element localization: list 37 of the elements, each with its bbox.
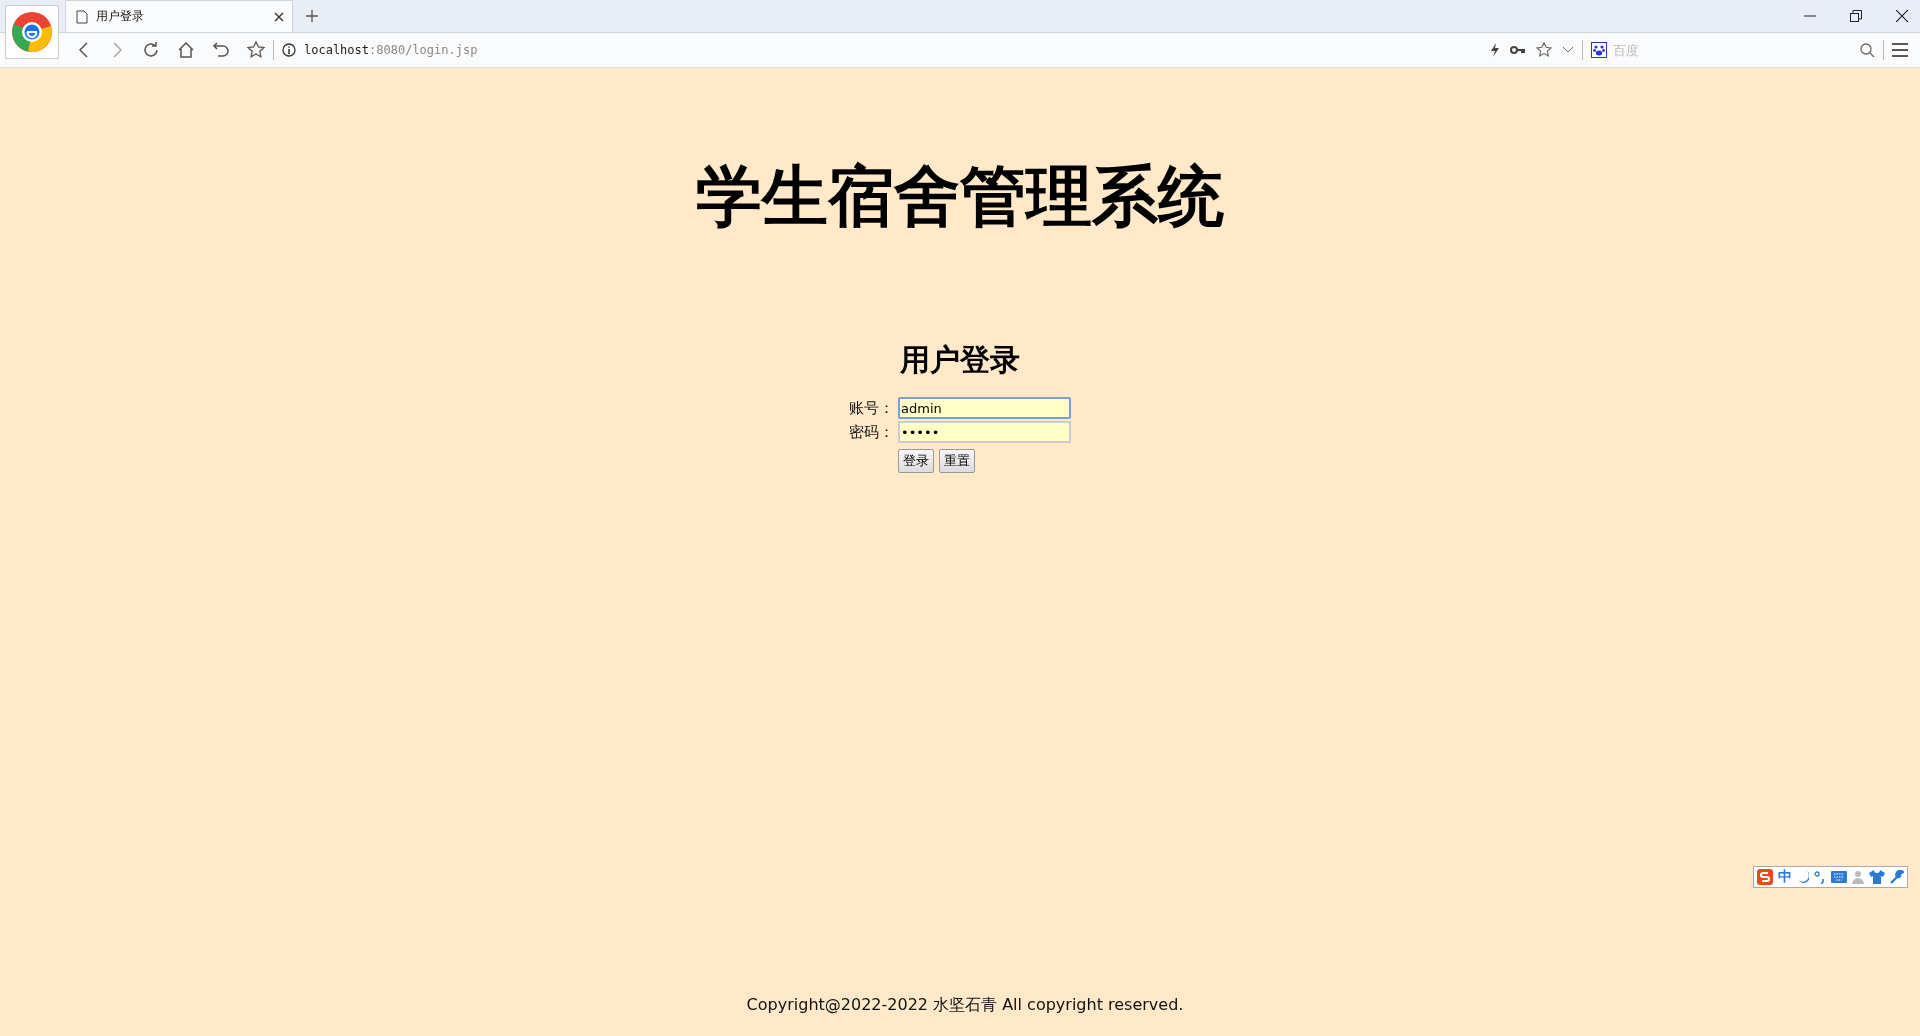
shirt-icon[interactable] xyxy=(1869,870,1885,884)
copyright-text: Copyright@2022-2022 水坚石青 All copyright reserved. xyxy=(746,995,1184,1016)
field-label: 账号： xyxy=(849,398,894,418)
info-icon[interactable] xyxy=(282,43,296,57)
search-icon[interactable] xyxy=(1860,42,1875,58)
restore-icon[interactable] xyxy=(1850,10,1862,22)
reload-icon[interactable] xyxy=(142,41,160,59)
undo-icon[interactable] xyxy=(212,41,230,59)
close-icon[interactable] xyxy=(274,11,284,22)
search-field[interactable]: 百度 xyxy=(1613,42,1854,58)
field-label: 密码： xyxy=(849,422,894,442)
document-icon xyxy=(76,9,88,24)
browser-logo-icon[interactable] xyxy=(5,5,59,59)
key-icon[interactable] xyxy=(1510,45,1526,55)
star-icon[interactable] xyxy=(1536,42,1552,58)
input-field[interactable]: ••••• xyxy=(898,421,1071,443)
close-icon[interactable] xyxy=(1896,10,1908,22)
home-icon[interactable] xyxy=(177,41,195,59)
tab-title: 用户登录 xyxy=(96,8,145,25)
paw-icon[interactable] xyxy=(1591,42,1607,58)
ime-logo-icon[interactable] xyxy=(1757,869,1773,885)
address-field[interactable]: localhost:8080/login.jsp xyxy=(304,43,478,57)
browser-tab[interactable]: 用户登录 xyxy=(65,0,293,32)
form-button[interactable]: 登录 xyxy=(898,449,934,473)
chevron-down-icon[interactable] xyxy=(1562,46,1574,54)
form-title: 用户登录 xyxy=(900,341,1020,379)
menu-icon[interactable] xyxy=(1892,43,1908,57)
new-tab-icon[interactable] xyxy=(305,9,319,23)
punctuation-icon[interactable] xyxy=(1814,870,1826,884)
moon-icon[interactable] xyxy=(1797,870,1809,884)
input-field[interactable]: admin xyxy=(898,397,1071,419)
wrench-icon[interactable] xyxy=(1890,870,1904,884)
page-title: 学生宿舍管理系统 xyxy=(696,157,1224,237)
lightning-icon[interactable] xyxy=(1490,43,1500,57)
input-mode-toggle[interactable]: 中 xyxy=(1778,868,1792,886)
form-button[interactable]: 重置 xyxy=(939,449,975,473)
star-icon[interactable] xyxy=(247,41,265,59)
